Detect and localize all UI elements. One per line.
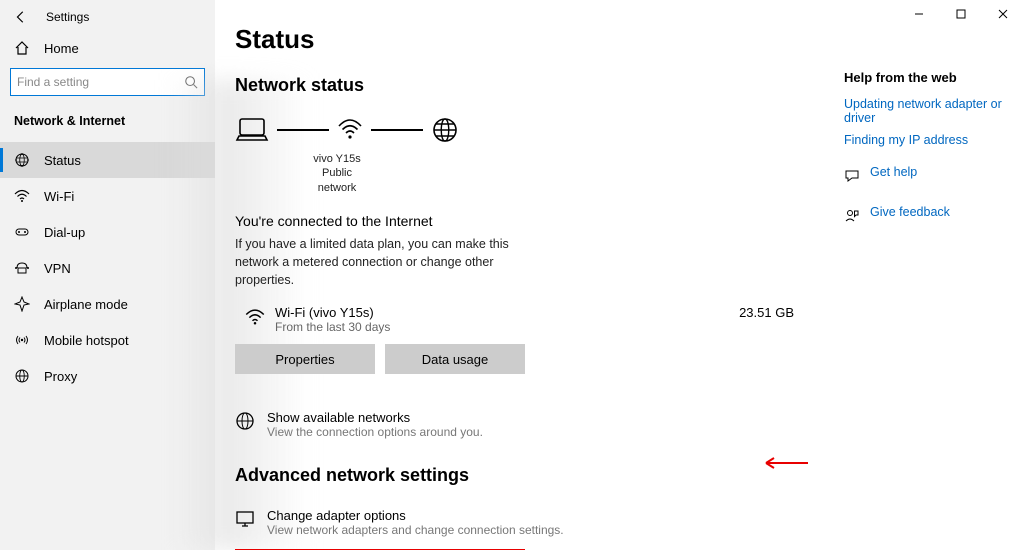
sidebar-item-label: Proxy <box>44 369 77 384</box>
sidebar-item-dialup[interactable]: Dial-up <box>0 214 215 250</box>
globe-icon <box>235 411 255 431</box>
dialup-icon <box>14 224 30 240</box>
airplane-icon <box>14 296 30 312</box>
feedback-icon <box>844 208 860 224</box>
sidebar-item-proxy[interactable]: Proxy <box>0 358 215 394</box>
wifi-icon <box>245 307 265 327</box>
wifi-icon <box>14 188 30 204</box>
section-network-status: Network status <box>235 75 824 96</box>
hotspot-icon <box>14 332 30 348</box>
proxy-icon <box>14 368 30 384</box>
chat-icon <box>844 168 860 184</box>
get-help-link[interactable]: Get help <box>844 165 1014 187</box>
settings-label: Settings <box>46 10 89 24</box>
give-feedback-link[interactable]: Give feedback <box>844 205 1014 227</box>
sidebar-item-wifi[interactable]: Wi-Fi <box>0 178 215 214</box>
page-title: Status <box>235 24 824 55</box>
adapter-options[interactable]: Change adapter options View network adap… <box>235 502 824 543</box>
show-networks-option[interactable]: Show available networks View the connect… <box>235 404 824 445</box>
wifi-name: Wi-Fi (vivo Y15s) <box>275 305 729 320</box>
connection-heading: You're connected to the Internet <box>235 213 824 229</box>
help-link-0[interactable]: Updating network adapter or driver <box>844 97 1014 125</box>
sidebar-item-label: Dial-up <box>44 225 85 240</box>
wifi-usage-row: Wi-Fi (vivo Y15s) From the last 30 days … <box>235 301 824 344</box>
aside-title: Help from the web <box>844 70 1014 85</box>
status-icon <box>14 152 30 168</box>
properties-button[interactable]: Properties <box>235 344 375 374</box>
close-button[interactable] <box>982 0 1024 28</box>
sidebar-item-vpn[interactable]: VPN <box>0 250 215 286</box>
section-advanced: Advanced network settings <box>235 465 824 486</box>
data-usage-button[interactable]: Data usage <box>385 344 525 374</box>
monitor-icon <box>235 509 255 529</box>
sidebar-item-label: Wi-Fi <box>44 189 74 204</box>
sidebar-item-label: VPN <box>44 261 71 276</box>
sidebar-item-airplane[interactable]: Airplane mode <box>0 286 215 322</box>
connection-description: If you have a limited data plan, you can… <box>235 235 535 289</box>
help-link-1[interactable]: Finding my IP address <box>844 133 1014 147</box>
maximize-button[interactable] <box>940 0 982 28</box>
wifi-period: From the last 30 days <box>275 320 729 334</box>
home-label: Home <box>44 41 79 56</box>
sidebar-item-label: Status <box>44 153 81 168</box>
back-button[interactable] <box>14 10 28 24</box>
sidebar-item-hotspot[interactable]: Mobile hotspot <box>0 322 215 358</box>
laptop-icon <box>235 114 269 146</box>
search-input[interactable] <box>17 75 184 89</box>
sidebar-item-status[interactable]: Status <box>0 142 215 178</box>
sidebar-item-label: Mobile hotspot <box>44 333 129 348</box>
router-wifi-icon <box>337 116 363 144</box>
sidebar-section-title: Network & Internet <box>0 108 215 142</box>
sidebar-item-label: Airplane mode <box>44 297 128 312</box>
vpn-icon <box>14 260 30 276</box>
wifi-usage-value: 23.51 GB <box>739 305 794 320</box>
network-device-labels: vivo Y15s Public network <box>307 152 367 195</box>
search-icon <box>184 75 198 89</box>
home-icon <box>14 40 30 56</box>
globe-icon <box>431 116 459 144</box>
home-button[interactable]: Home <box>0 30 215 68</box>
minimize-button[interactable] <box>898 0 940 28</box>
annotation-arrow-icon <box>760 455 810 471</box>
search-box[interactable] <box>10 68 205 96</box>
network-diagram <box>235 114 824 146</box>
